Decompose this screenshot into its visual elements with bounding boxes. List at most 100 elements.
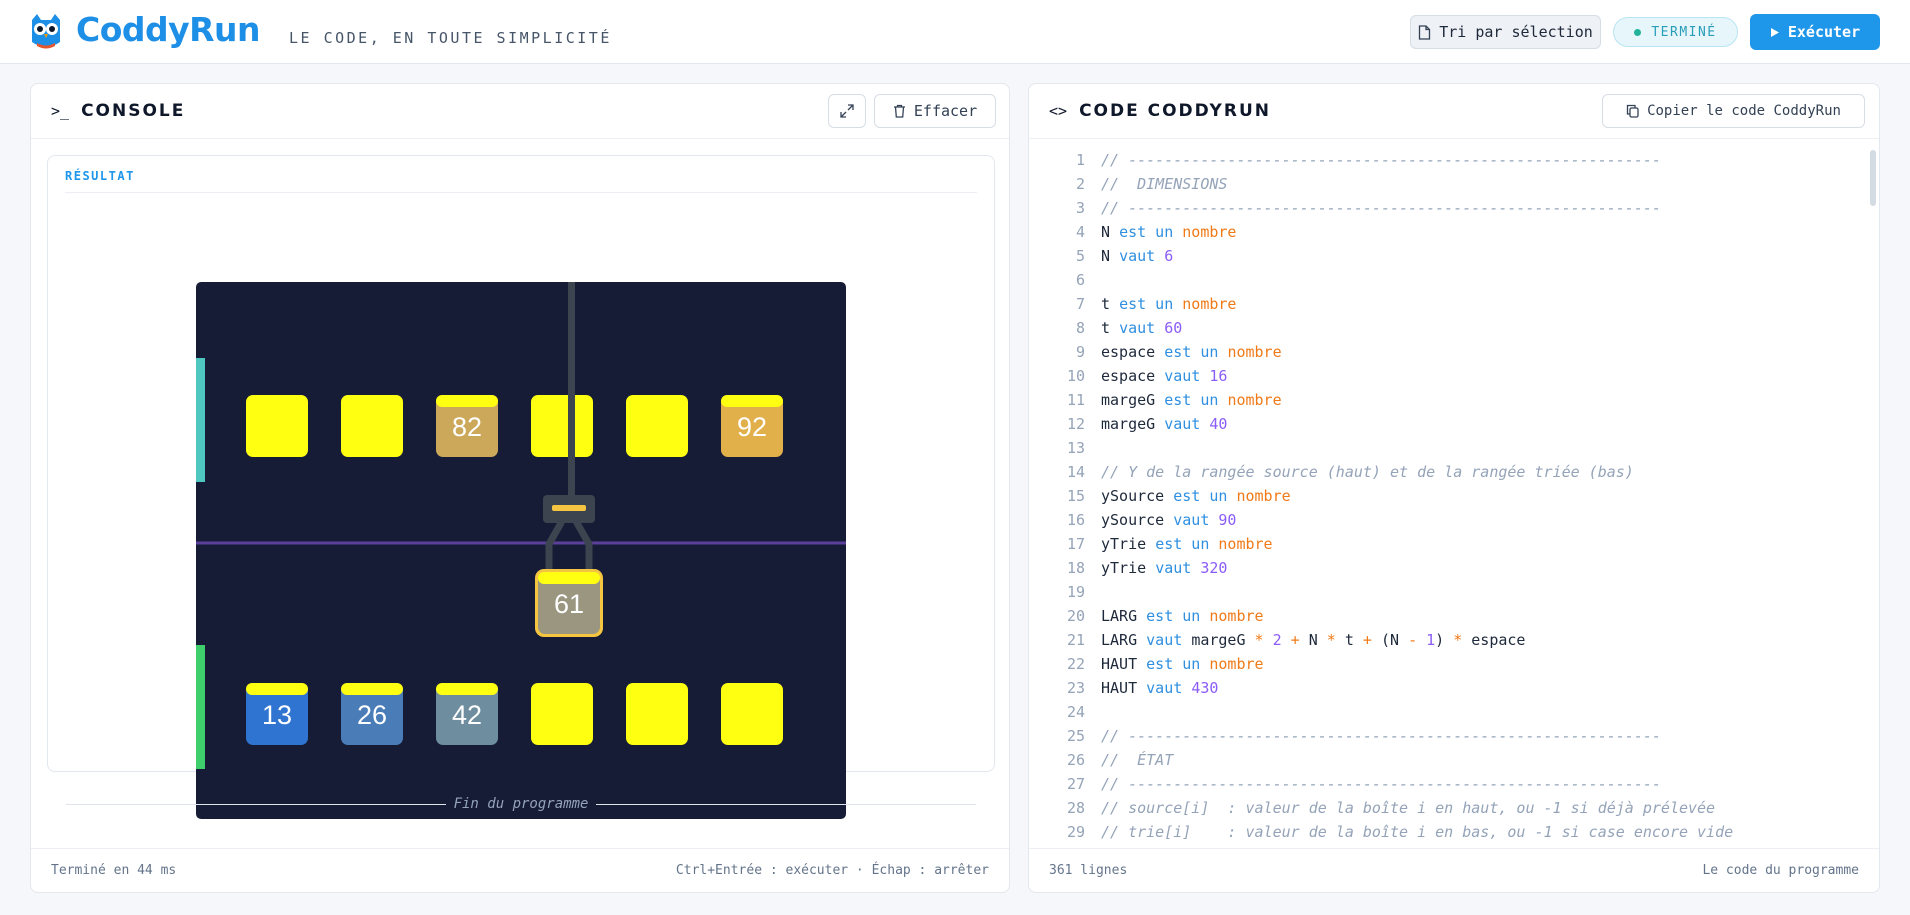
code-scrollbar[interactable] (1870, 150, 1876, 206)
console-header: >_ CONSOLE Effacer (31, 84, 1009, 139)
line-number: 1 (1075, 151, 1085, 169)
line-number: 10 (1066, 367, 1085, 385)
source-box-2: 82 (436, 395, 498, 457)
line-number: 4 (1075, 223, 1085, 241)
line-number: 29 (1066, 823, 1085, 841)
held-box-value-lid (538, 572, 600, 584)
algorithm-select-button[interactable]: Tri par sélection (1410, 15, 1601, 49)
line-number: 18 (1066, 559, 1085, 577)
code-token: // -------------------------------------… (1101, 199, 1661, 217)
code-token: HAUT (1101, 679, 1147, 697)
code-caption: Le code du programme (1702, 863, 1859, 878)
code-token: 60 (1164, 319, 1183, 337)
line-source: espace est un nombre (1101, 340, 1282, 364)
code-icon: <> (1049, 102, 1068, 120)
source-row-marker (196, 358, 205, 482)
line-number: 21 (1066, 631, 1085, 649)
line-source: espace vaut 16 (1101, 364, 1227, 388)
sorted-box-2: 42 (436, 683, 498, 745)
code-token: vaut (1119, 247, 1165, 265)
code-line: 1 // ------------------------------------… (1029, 148, 1859, 172)
source-box-3-body (531, 395, 593, 457)
code-token: // Y de la rangée source (haut) et de la… (1101, 463, 1634, 481)
code-token: vaut (1146, 631, 1192, 649)
code-line: 29 // trie[i] : valeur de la boîte i en b… (1029, 820, 1859, 844)
line-number: 11 (1066, 391, 1085, 409)
expand-button[interactable] (828, 94, 866, 128)
code-token: ySource (1101, 511, 1174, 529)
line-number: 7 (1075, 295, 1085, 313)
code-token: nombre (1209, 607, 1264, 625)
line-source: t vaut 60 (1101, 316, 1182, 340)
line-number: 20 (1066, 607, 1085, 625)
sorted-box-4 (626, 683, 688, 745)
result-divider (65, 192, 977, 193)
line-number: 5 (1075, 247, 1085, 265)
line-number: 3 (1075, 199, 1085, 217)
code-line: 14 // Y de la rangée source (haut) et de … (1029, 460, 1859, 484)
line-number: 13 (1066, 439, 1085, 457)
code-header: <> CODE CODDYRUN Copier le code CoddyRun (1029, 84, 1879, 139)
console-footer: Terminé en 44 ms Ctrl+Entrée : exécuter … (31, 848, 1009, 892)
file-icon (1419, 24, 1431, 40)
code-token: (N (1380, 631, 1409, 649)
source-box-1 (341, 395, 403, 457)
status-dot-icon (1634, 28, 1642, 36)
code-line: 9 espace est un nombre (1029, 340, 1859, 364)
code-line: 6 (1029, 268, 1859, 292)
line-number: 9 (1075, 343, 1085, 361)
sorted-box-1-lid (341, 683, 403, 695)
code-token: nombre (1182, 223, 1237, 241)
sorted-box-2-label: 42 (452, 700, 482, 730)
code-token: vaut (1164, 367, 1210, 385)
line-source: LARG est un nombre (1101, 604, 1264, 628)
line-number: 26 (1066, 751, 1085, 769)
code-line: 12 margeG vaut 40 (1029, 412, 1859, 436)
code-line: 3 // ------------------------------------… (1029, 196, 1859, 220)
code-token: 6 (1164, 247, 1174, 265)
source-box-0 (246, 395, 308, 457)
keyboard-hints: Ctrl+Entrée : exécuter · Échap : arrêter (675, 863, 989, 878)
run-label: Exécuter (1787, 23, 1861, 41)
sorted-box-0-lid (246, 683, 308, 695)
line-number: 2 (1075, 175, 1085, 193)
line-number: 8 (1075, 319, 1085, 337)
line-number: 19 (1066, 583, 1085, 601)
line-source: // -------------------------------------… (1101, 196, 1661, 220)
code-token: espace (1101, 343, 1165, 361)
line-number: 15 (1066, 487, 1085, 505)
code-line: 11 margeG est un nombre (1029, 388, 1859, 412)
code-token: vaut (1173, 511, 1219, 529)
code-token: nombre (1236, 487, 1291, 505)
copy-label: Copier le code CoddyRun (1647, 103, 1841, 119)
code-token: N (1101, 223, 1120, 241)
code-token: + (1362, 631, 1381, 649)
source-box-5-label: 92 (737, 412, 767, 442)
code-editor[interactable]: 1 // ------------------------------------… (1029, 140, 1879, 850)
clear-button[interactable]: Effacer (874, 94, 996, 128)
run-button[interactable]: Exécuter (1750, 14, 1880, 50)
code-token: espace (1101, 367, 1165, 385)
code-line: 16 ySource vaut 90 (1029, 508, 1859, 532)
sorted-box-1-label: 26 (357, 700, 387, 730)
status-badge: TERMINÉ (1613, 17, 1738, 47)
copy-code-button[interactable]: Copier le code CoddyRun (1602, 94, 1865, 128)
code-token: // source[i] : valeur de la boîte i en h… (1101, 799, 1716, 817)
code-token: // -------------------------------------… (1101, 151, 1661, 169)
code-token: // trie[i] : valeur de la boîte i en bas… (1101, 823, 1734, 841)
line-source: margeG est un nombre (1101, 388, 1282, 412)
code-line: 20 LARG est un nombre (1029, 604, 1859, 628)
line-number: 23 (1066, 679, 1085, 697)
line-source: // Y de la rangée source (haut) et de la… (1101, 460, 1634, 484)
source-box-5-lid (721, 395, 783, 407)
sorted-box-3 (531, 683, 593, 745)
code-token: est un (1146, 607, 1210, 625)
code-token: est un (1119, 223, 1183, 241)
line-source: // ÉTAT (1101, 748, 1173, 772)
line-number: 17 (1066, 535, 1085, 553)
app-header: CoddyRun LE CODE, EN TOUTE SIMPLICITÉ Tr… (0, 0, 1910, 64)
code-token: * (1254, 631, 1273, 649)
line-source: // trie[i] : valeur de la boîte i en bas… (1101, 820, 1733, 844)
status-text: TERMINÉ (1651, 24, 1717, 40)
code-token: t (1344, 631, 1363, 649)
